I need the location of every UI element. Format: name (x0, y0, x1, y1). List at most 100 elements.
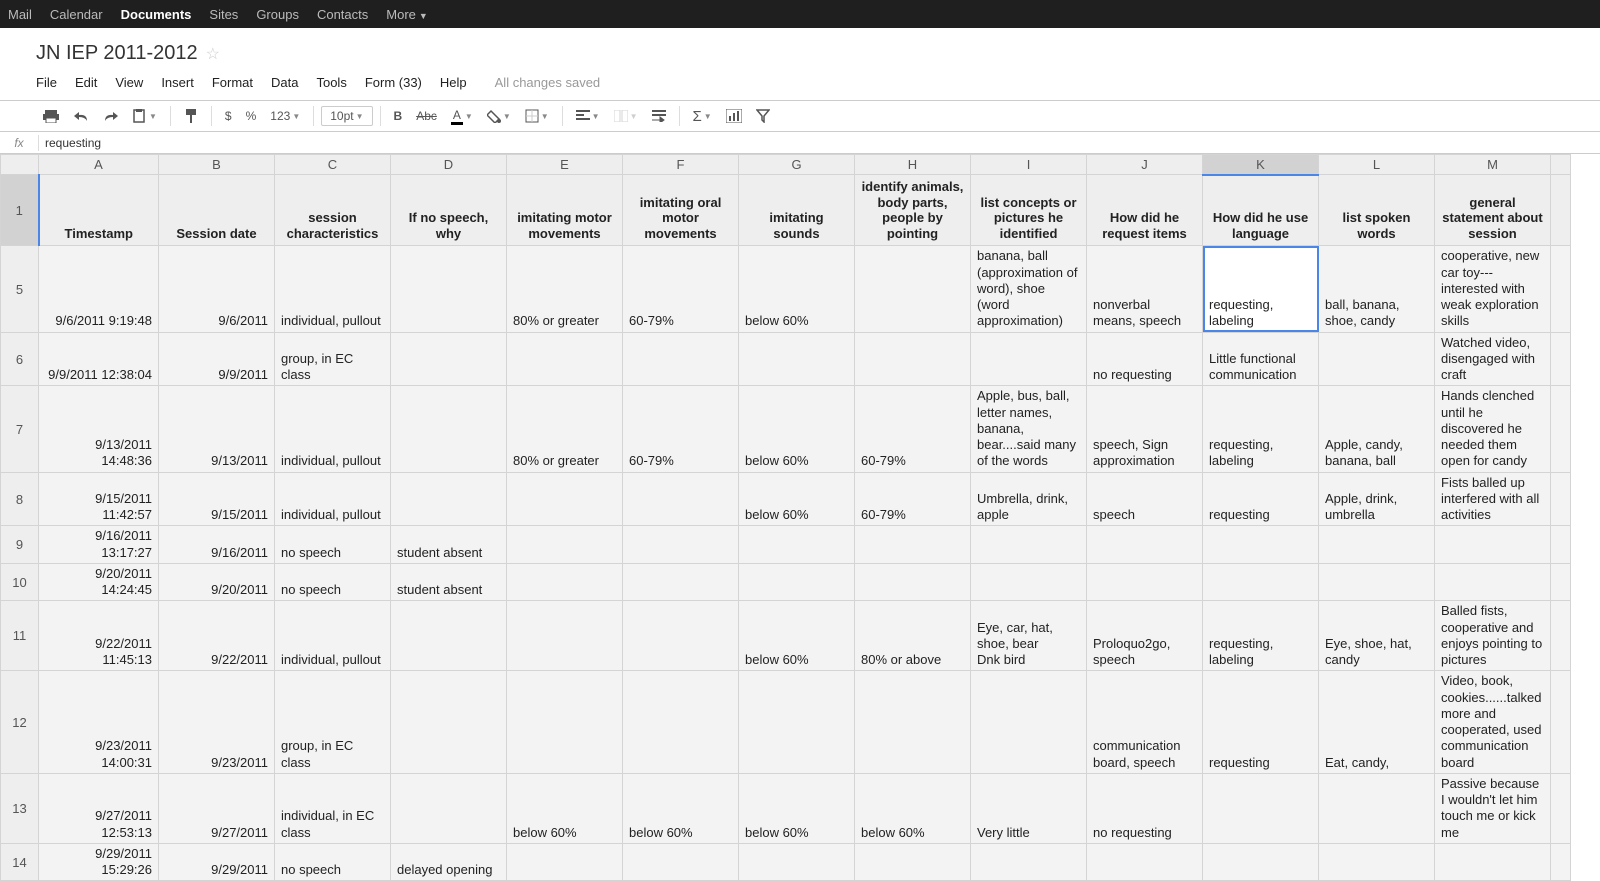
column-header-G[interactable]: G (739, 155, 855, 175)
cell[interactable]: no speech (275, 563, 391, 601)
cell[interactable] (855, 563, 971, 601)
column-label[interactable]: session characteristics (275, 175, 391, 246)
column-label[interactable]: Session date (159, 175, 275, 246)
menu-view[interactable]: View (115, 75, 143, 90)
cell[interactable] (1435, 526, 1551, 564)
cell[interactable] (1319, 773, 1435, 843)
cell[interactable]: below 60% (507, 773, 623, 843)
cell[interactable]: 9/16/2011 13:17:27 (39, 526, 159, 564)
cell[interactable] (623, 332, 739, 386)
nav-more[interactable]: More▼ (386, 7, 428, 22)
row-header[interactable]: 10 (1, 563, 39, 601)
filter-button[interactable] (750, 106, 776, 126)
cell[interactable]: individual, in EC class (275, 773, 391, 843)
cell[interactable]: no speech (275, 843, 391, 881)
select-all-corner[interactable] (1, 155, 39, 175)
column-header-C[interactable]: C (275, 155, 391, 175)
cell[interactable]: below 60% (739, 472, 855, 526)
cell[interactable]: 9/23/2011 14:00:31 (39, 671, 159, 774)
menu-insert[interactable]: Insert (161, 75, 194, 90)
cell[interactable] (507, 563, 623, 601)
cell[interactable] (507, 843, 623, 881)
text-color-button[interactable]: A▼ (445, 105, 479, 128)
font-size-selector[interactable]: 10pt▼ (321, 106, 372, 126)
cell[interactable] (1203, 773, 1319, 843)
menu-edit[interactable]: Edit (75, 75, 97, 90)
cell[interactable]: 9/20/2011 (159, 563, 275, 601)
row-header[interactable]: 14 (1, 843, 39, 881)
cell[interactable]: speech, Sign approximation (1087, 386, 1203, 472)
cell[interactable] (1319, 332, 1435, 386)
cell[interactable]: 9/22/2011 11:45:13 (39, 601, 159, 671)
nav-sites[interactable]: Sites (209, 7, 238, 22)
document-title[interactable]: JN IEP 2011-2012 (36, 42, 198, 65)
cell[interactable] (1551, 671, 1571, 774)
cell[interactable]: Video, book, cookies......talked more an… (1435, 671, 1551, 774)
cell[interactable]: student absent (391, 526, 507, 564)
paste-button[interactable]: ▼ (127, 106, 163, 126)
cell[interactable]: Eye, shoe, hat, candy (1319, 601, 1435, 671)
cell[interactable] (1551, 332, 1571, 386)
cell[interactable] (391, 671, 507, 774)
cell[interactable]: group, in EC class (275, 671, 391, 774)
formula-input[interactable]: requesting (45, 136, 101, 150)
cell[interactable]: below 60% (739, 386, 855, 472)
cell[interactable]: nonverbal means, speech (1087, 246, 1203, 332)
column-label[interactable]: identify animals, body parts, people by … (855, 175, 971, 246)
column-header-A[interactable]: A (39, 155, 159, 175)
cell[interactable]: Eat, candy, (1319, 671, 1435, 774)
column-label[interactable] (1551, 175, 1571, 246)
cell[interactable] (971, 671, 1087, 774)
cell[interactable]: below 60% (739, 246, 855, 332)
borders-button[interactable]: ▼ (519, 106, 555, 126)
cell[interactable]: requesting, labeling (1203, 386, 1319, 472)
menu-tools[interactable]: Tools (316, 75, 346, 90)
row-header[interactable]: 5 (1, 246, 39, 332)
column-header-H[interactable]: H (855, 155, 971, 175)
cell[interactable]: Balled fists, cooperative and enjoys poi… (1435, 601, 1551, 671)
column-header-L[interactable]: L (1319, 155, 1435, 175)
cell[interactable] (507, 472, 623, 526)
cell[interactable]: Eye, car, hat, shoe, bear Dnk bird (971, 601, 1087, 671)
column-header-I[interactable]: I (971, 155, 1087, 175)
cell[interactable]: 9/13/2011 (159, 386, 275, 472)
cell[interactable] (507, 526, 623, 564)
cell[interactable] (1551, 472, 1571, 526)
cell[interactable] (623, 563, 739, 601)
nav-mail[interactable]: Mail (8, 7, 32, 22)
cell[interactable]: 9/22/2011 (159, 601, 275, 671)
cell[interactable] (1551, 526, 1571, 564)
cell[interactable] (507, 332, 623, 386)
cell[interactable]: Umbrella, drink, apple (971, 472, 1087, 526)
cell[interactable]: below 60% (739, 773, 855, 843)
cell[interactable]: no requesting (1087, 332, 1203, 386)
column-header-B[interactable]: B (159, 155, 275, 175)
cell[interactable] (391, 601, 507, 671)
strikethrough-button[interactable]: Abc (410, 106, 443, 126)
cell[interactable]: student absent (391, 563, 507, 601)
cell[interactable] (855, 246, 971, 332)
column-header-K[interactable]: K (1203, 155, 1319, 175)
cell[interactable] (1435, 563, 1551, 601)
column-header-extra[interactable] (1551, 155, 1571, 175)
column-label[interactable]: imitating sounds (739, 175, 855, 246)
menu-data[interactable]: Data (271, 75, 298, 90)
row-header[interactable]: 6 (1, 332, 39, 386)
cell[interactable]: Apple, drink, umbrella (1319, 472, 1435, 526)
cell[interactable]: individual, pullout (275, 386, 391, 472)
cell[interactable]: speech (1087, 472, 1203, 526)
row-header[interactable]: 12 (1, 671, 39, 774)
cell[interactable]: 60-79% (855, 386, 971, 472)
insert-chart-button[interactable] (720, 106, 748, 126)
cell[interactable] (739, 332, 855, 386)
cell[interactable] (507, 601, 623, 671)
star-icon[interactable]: ☆ (206, 44, 220, 64)
row-header[interactable]: 7 (1, 386, 39, 472)
cell[interactable]: no requesting (1087, 773, 1203, 843)
cell[interactable]: 9/29/2011 15:29:26 (39, 843, 159, 881)
cell[interactable] (855, 843, 971, 881)
cell[interactable]: 9/20/2011 14:24:45 (39, 563, 159, 601)
cell[interactable]: individual, pullout (275, 246, 391, 332)
cell[interactable]: 9/13/2011 14:48:36 (39, 386, 159, 472)
cell[interactable] (623, 472, 739, 526)
